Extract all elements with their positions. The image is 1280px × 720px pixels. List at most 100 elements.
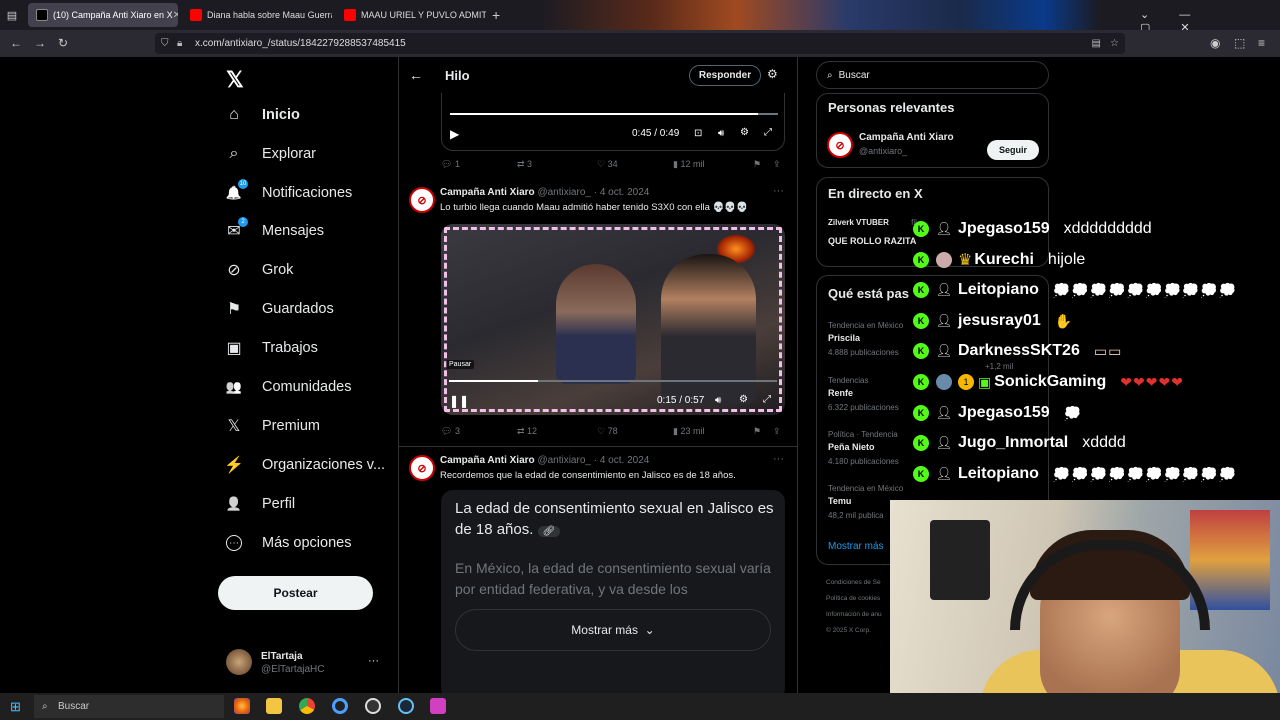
back-arrow-icon[interactable]: ← — [10, 36, 22, 50]
bookmark-icon[interactable]: ⚑ — [753, 426, 761, 437]
browser-tab-1[interactable]: (10) Campaña Anti Xiaro en X ✕ — [28, 3, 178, 27]
tweet-handle[interactable]: @antixiaro_ — [537, 455, 591, 466]
firefox-icon[interactable] — [234, 698, 250, 714]
reply-count[interactable]: 💬︎ 3 — [441, 426, 460, 437]
share-icon[interactable]: ⇪ — [773, 159, 781, 170]
relevant-name[interactable]: Campaña Anti Xiaro — [859, 132, 954, 143]
tweet-avatar[interactable]: ⊘ — [409, 187, 435, 213]
browser-tab-3[interactable]: MAAU URIEL Y PUVLO ADMITEN — [336, 3, 486, 27]
address-bar[interactable]: ⛉ 🔒︎ x.com/antixiaro_/status/18422792885… — [155, 33, 1125, 54]
nav-item-mas-opciones[interactable]: ⋯ Más opciones — [224, 531, 351, 555]
reader-icon[interactable]: ▤ — [1092, 38, 1101, 49]
x-logo-icon[interactable]: 𝕏 — [226, 67, 244, 93]
browser-tab-2[interactable]: Diana habla sobre Maau Guerra — [182, 3, 332, 27]
lightning-icon: ⚡ — [224, 457, 244, 474]
app-c-icon[interactable] — [332, 698, 348, 714]
video-progress-bar[interactable] — [449, 380, 777, 382]
view-count[interactable]: ▮ 12 mil — [673, 159, 704, 170]
settings-icon[interactable]: ⚙ — [739, 394, 748, 405]
tweet-author[interactable]: Campaña Anti Xiaro — [440, 187, 535, 198]
reply-button[interactable]: Responder — [689, 65, 761, 86]
nav-item-explorar[interactable]: ⌕ Explorar — [224, 142, 316, 166]
back-arrow-icon[interactable]: ← — [409, 67, 423, 83]
reload-icon[interactable]: ↻ — [58, 36, 68, 50]
account-icon[interactable]: ◉ — [1210, 36, 1220, 50]
nav-item-mensajes[interactable]: ✉ 2 Mensajes — [224, 217, 324, 243]
forward-arrow-icon[interactable]: → — [34, 36, 46, 50]
extensions-icon[interactable]: ⬚ — [1234, 36, 1245, 50]
nav-item-comunidades[interactable]: 👥 Comunidades — [224, 375, 352, 399]
nav-item-notificaciones[interactable]: 🔔 10 Notificaciones — [224, 179, 352, 205]
settings-sliders-icon[interactable]: ⚙ — [767, 67, 778, 81]
tweet-handle[interactable]: @antixiaro_ — [537, 187, 591, 198]
like-count[interactable]: ♡ 34 — [597, 159, 618, 170]
tab-list-icon[interactable]: ▤ — [0, 9, 24, 22]
trend-name[interactable]: Temu — [828, 496, 851, 506]
view-count[interactable]: ▮ 23 mil — [673, 426, 704, 437]
bookmark-star-icon[interactable]: ☆ — [1110, 38, 1119, 49]
avatar[interactable]: ⊘ — [827, 132, 853, 158]
browser-nav-bar: ← → ↻ ⛉ 🔒︎ x.com/antixiaro_/status/18422… — [0, 30, 1280, 57]
tweet-actions: 💬︎ 3 ⇄ 12 ♡ 78 ▮ 23 mil ⚑ ⇪ — [441, 426, 785, 440]
relevant-handle[interactable]: @antixiaro_ — [859, 146, 907, 156]
tweet-more-icon[interactable]: ··· — [773, 185, 784, 197]
video-player-main[interactable]: Pausar ❚❚ 0:15 / 0:57 🔊︎ ⚙ ⤢ — [441, 224, 785, 415]
nav-item-inicio[interactable]: ⌂ Inicio — [224, 103, 300, 127]
bookmark-icon[interactable]: ⚑ — [753, 159, 761, 170]
chrome-icon[interactable] — [299, 698, 315, 714]
volume-icon[interactable]: 🔊︎ — [715, 395, 721, 406]
nav-label: Organizaciones v... — [262, 457, 386, 473]
share-icon[interactable]: ⇪ — [773, 426, 781, 437]
footer-link[interactable]: Condiciones de Se — [826, 579, 881, 586]
trend-name[interactable]: Priscila — [828, 333, 860, 343]
show-more-link[interactable]: Mostrar más — [828, 541, 884, 552]
tweet-avatar[interactable]: ⊘ — [409, 455, 435, 481]
account-more-icon[interactable]: ··· — [368, 655, 379, 667]
captions-icon[interactable]: ⊡ — [694, 128, 702, 139]
play-icon[interactable]: ▶ — [450, 127, 459, 141]
fullscreen-icon[interactable]: ⤢ — [764, 127, 772, 138]
menu-icon[interactable]: ≡ — [1258, 36, 1265, 50]
fullscreen-icon[interactable]: ⤢ — [763, 394, 771, 405]
tweet-date[interactable]: · 4 oct. 2024 — [594, 455, 650, 466]
reply-count[interactable]: 💬︎ 1 — [441, 159, 460, 170]
settings-icon[interactable]: ⚙ — [740, 127, 749, 138]
nav-item-grok[interactable]: ⊘ Grok — [224, 258, 293, 282]
video-progress-bar[interactable] — [450, 113, 778, 115]
app-pink-icon[interactable] — [430, 698, 446, 714]
kick-badge-icon: K — [913, 252, 929, 268]
trend-context: Tendencia en México — [828, 484, 904, 493]
nav-item-organizaciones[interactable]: ⚡ Organizaciones v... — [224, 453, 385, 477]
tweet-author[interactable]: Campaña Anti Xiaro — [440, 455, 535, 466]
obs-icon[interactable] — [365, 698, 381, 714]
like-count[interactable]: ♡ 78 — [597, 426, 618, 437]
search-input[interactable]: ⌕ Buscar — [816, 61, 1049, 89]
steam-icon[interactable] — [398, 698, 414, 714]
repost-count[interactable]: ⇄ 12 — [517, 426, 537, 437]
nav-item-trabajos[interactable]: ▣ Trabajos — [224, 336, 317, 360]
video-player-top[interactable]: ▶ 0:45 / 0:49 ⊡ 🔊︎ ⚙ ⤢ — [441, 93, 785, 151]
trend-name[interactable]: Renfe — [828, 388, 853, 398]
trend-name[interactable]: Peña Nieto — [828, 442, 875, 452]
repost-count[interactable]: ⇄ 3 — [517, 159, 532, 170]
nav-item-guardados[interactable]: ⚑ Guardados — [224, 297, 334, 321]
footer-link[interactable]: Política de cookies — [826, 595, 880, 602]
post-button[interactable]: Postear — [218, 576, 373, 610]
windows-start-icon[interactable]: ⊞ — [10, 699, 21, 715]
account-switcher[interactable]: ElTartaja @ElTartajaHC ··· — [226, 649, 379, 675]
link-icon[interactable]: 🔗︎ — [537, 526, 561, 537]
volume-icon[interactable]: 🔊︎ — [718, 128, 724, 139]
nav-item-premium[interactable]: 𝕏 Premium — [224, 414, 320, 438]
tweet-date[interactable]: · 4 oct. 2024 — [594, 187, 650, 198]
new-tab-button[interactable]: + — [492, 7, 500, 23]
folder-icon[interactable] — [266, 698, 282, 714]
tweet-more-icon[interactable]: ··· — [773, 453, 784, 465]
nav-item-perfil[interactable]: 👤 Perfil — [224, 492, 295, 516]
follow-button[interactable]: Seguir — [987, 140, 1039, 160]
footer-link[interactable]: Información de anu — [826, 611, 882, 618]
pause-icon[interactable]: ❚❚ — [449, 394, 469, 408]
taskbar-search[interactable]: ⌕ Buscar — [34, 695, 224, 718]
show-more-button[interactable]: Mostrar más ⌄ — [455, 609, 771, 651]
close-tab-icon[interactable]: ✕ — [173, 10, 178, 21]
live-title[interactable]: QUE ROLLO RAZITA — [828, 236, 916, 246]
